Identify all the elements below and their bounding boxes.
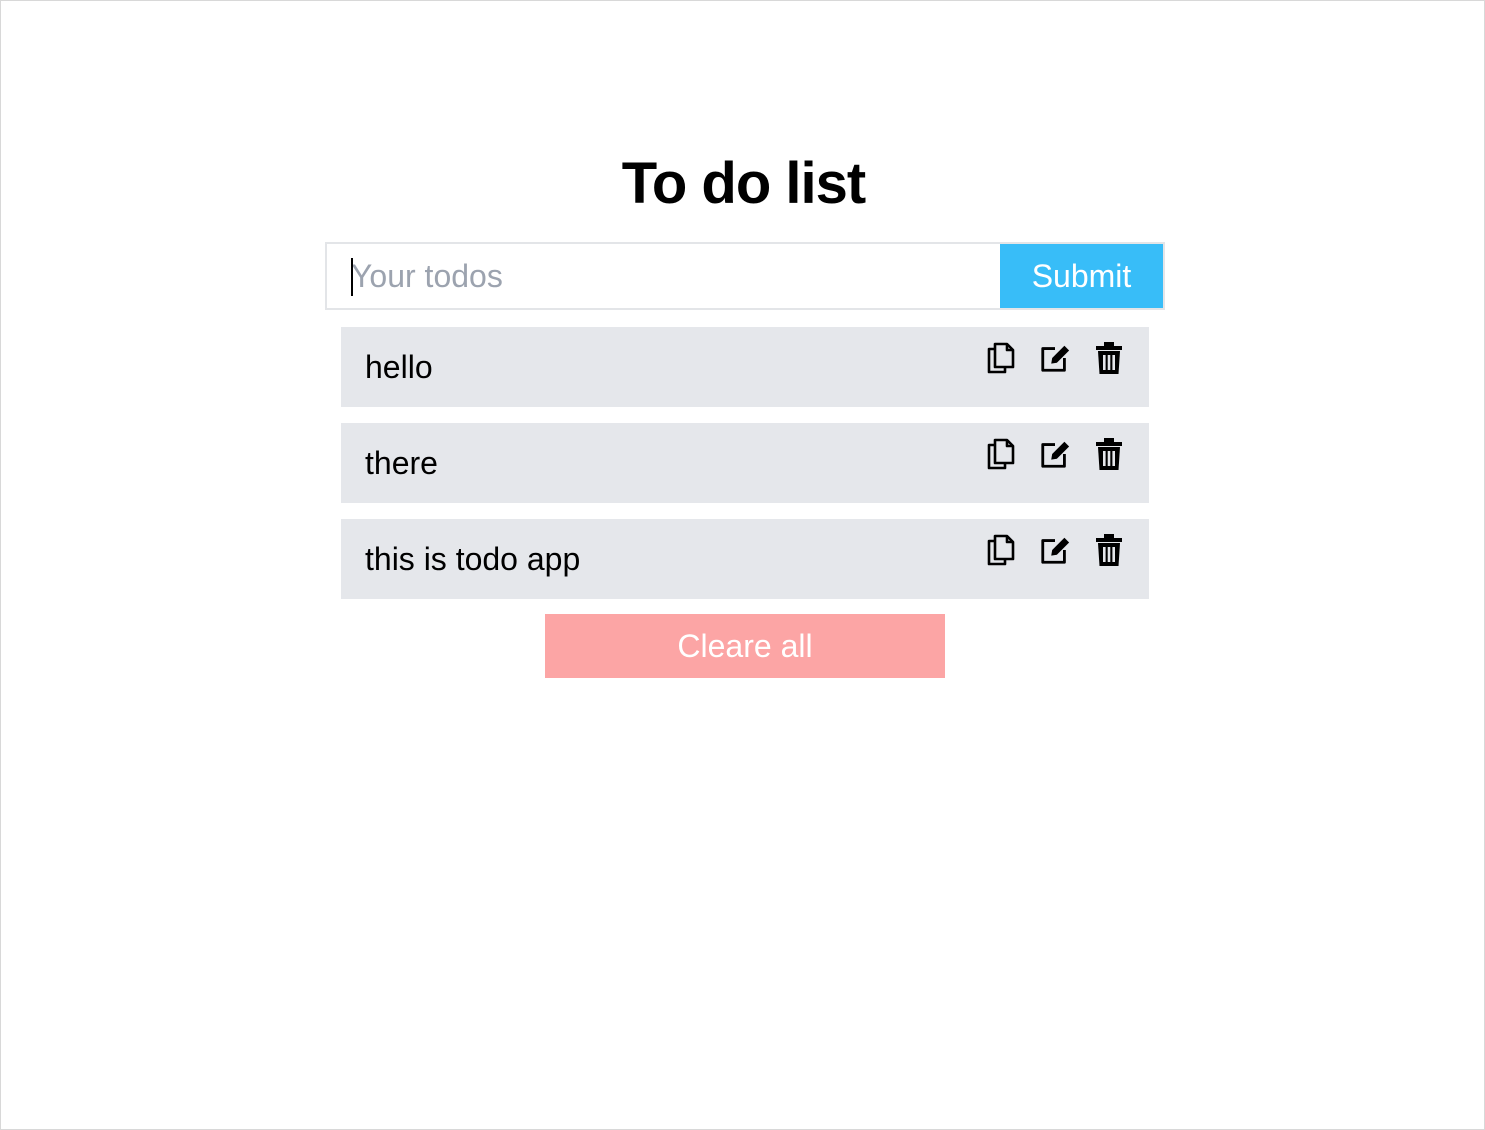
trash-icon[interactable] [1093,437,1125,471]
todo-text: there [365,445,438,481]
text-cursor [351,258,353,296]
list-item: there [341,423,1149,503]
clear-all-button[interactable]: Cleare all [545,614,945,678]
todo-form: Submit [325,242,1165,310]
copy-icon[interactable] [985,437,1017,471]
todo-text: this is todo app [365,541,581,577]
trash-icon[interactable] [1093,341,1125,375]
copy-icon[interactable] [985,341,1017,375]
todo-actions [985,437,1125,471]
todo-actions [985,533,1125,567]
todo-list: hello there this is todo app [341,327,1149,615]
list-item: this is todo app [341,519,1149,599]
todo-text: hello [365,349,433,385]
edit-icon[interactable] [1039,341,1071,375]
page-title: To do list [621,151,866,216]
todo-input[interactable] [327,244,1000,308]
copy-icon[interactable] [985,533,1017,567]
submit-button[interactable]: Submit [1000,244,1163,308]
trash-icon[interactable] [1093,533,1125,567]
edit-icon[interactable] [1039,437,1071,471]
edit-icon[interactable] [1039,533,1071,567]
list-item: hello [341,327,1149,407]
todo-actions [985,341,1125,375]
